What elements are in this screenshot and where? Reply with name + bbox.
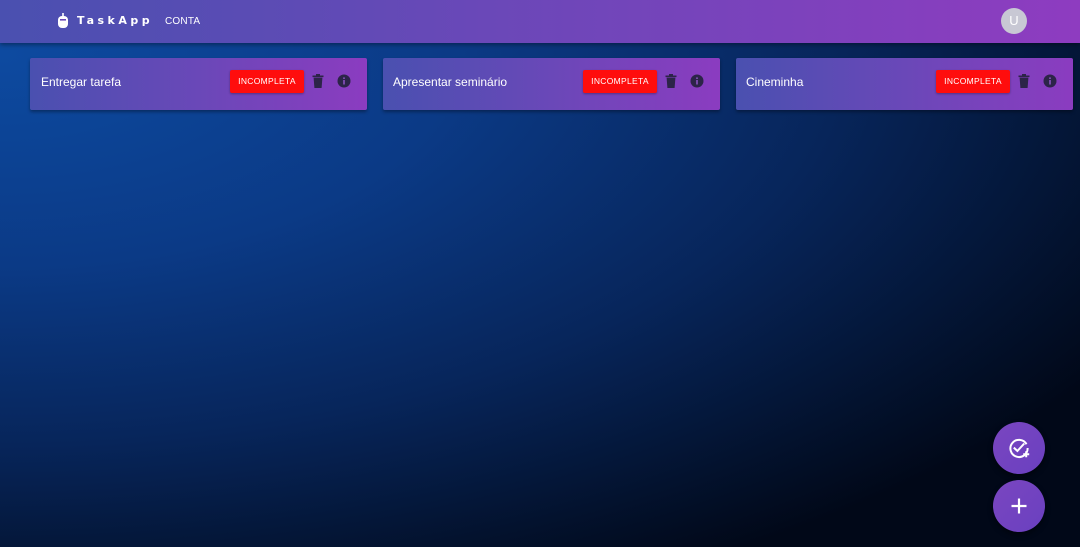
info-icon[interactable] <box>690 74 704 88</box>
task-title: Entregar tarefa <box>41 75 122 89</box>
complete-tasks-button[interactable] <box>993 422 1045 474</box>
task-title: Cineminha <box>746 75 804 89</box>
nav-link-conta[interactable]: CONTA <box>165 16 200 27</box>
plus-icon <box>1011 498 1027 514</box>
robot-icon <box>58 13 68 28</box>
trash-icon[interactable] <box>665 74 677 88</box>
trash-icon[interactable] <box>1018 74 1030 88</box>
avatar[interactable]: U <box>1001 8 1027 34</box>
status-button[interactable]: INCOMPLETA <box>230 70 304 93</box>
check-circle-plus-icon <box>1009 438 1030 459</box>
task-title: Apresentar seminário <box>393 75 508 89</box>
trash-icon[interactable] <box>312 74 324 88</box>
info-icon[interactable] <box>1043 74 1057 88</box>
task-card: Entregar tarefa INCOMPLETA <box>30 58 367 110</box>
brand-title[interactable]: TaskApp <box>77 14 153 27</box>
status-button[interactable]: INCOMPLETA <box>583 70 657 93</box>
task-card: Cineminha INCOMPLETA <box>736 58 1073 110</box>
info-icon[interactable] <box>337 74 351 88</box>
app-bar: TaskApp CONTA U <box>0 0 1080 43</box>
task-card: Apresentar seminário INCOMPLETA <box>383 58 720 110</box>
status-button[interactable]: INCOMPLETA <box>936 70 1010 93</box>
add-task-button[interactable] <box>993 480 1045 532</box>
